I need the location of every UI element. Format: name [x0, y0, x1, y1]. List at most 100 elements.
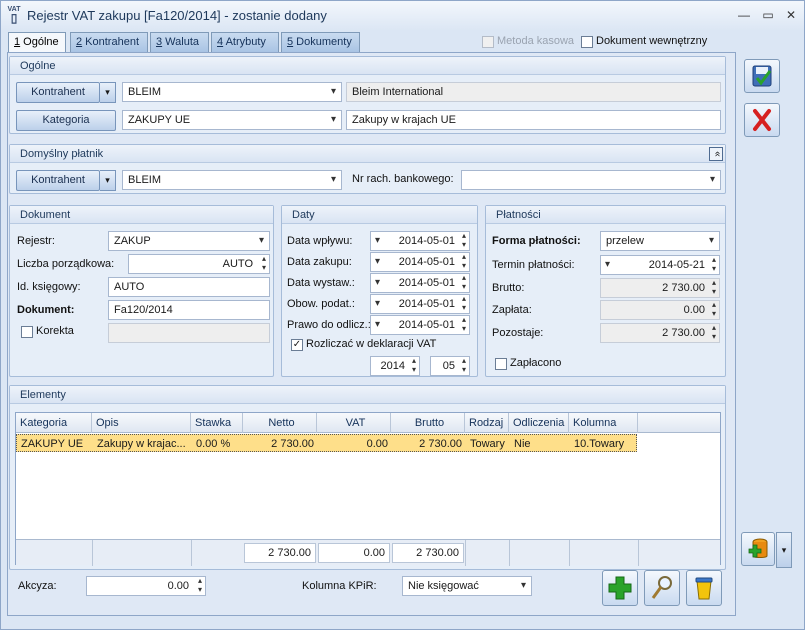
year-stepper[interactable]: 2014	[370, 356, 420, 376]
pozostaje-field: 2 730.00	[600, 323, 720, 343]
tab-atrybuty[interactable]: 4 Atrybuty	[211, 32, 279, 52]
kontrahent-name-field: Bleim International	[346, 82, 721, 102]
cell-odliczenia: Nie	[514, 438, 531, 450]
cell-kolumna: 10.Towary	[574, 438, 625, 450]
col-opis[interactable]: Opis	[92, 413, 191, 433]
data-wplywu-field[interactable]: ▾ 2014-05-01	[370, 231, 470, 251]
platnik-code-combo[interactable]: BLEIM	[122, 170, 342, 190]
month-stepper[interactable]: 05	[430, 356, 470, 376]
cell-kategoria: ZAKUPY UE	[21, 438, 84, 450]
elementy-table: Kategoria Opis Stawka Netto VAT Brutto R…	[15, 412, 721, 566]
kontrahent-dropdown-arrow[interactable]: ▾	[100, 82, 116, 103]
prawo-odlicz-field[interactable]: ▾ 2014-05-01	[370, 315, 470, 335]
data-zakupu-label: Data zakupu:	[287, 256, 352, 268]
collapse-icon[interactable]: «	[709, 147, 723, 161]
tab-ogolne[interactable]: 1 Ogólne	[8, 32, 66, 53]
col-netto[interactable]: Netto	[243, 413, 317, 433]
cancel-button[interactable]	[744, 103, 780, 137]
minimize-button[interactable]: —	[735, 7, 753, 23]
bank-account-combo[interactable]	[461, 170, 721, 190]
obow-podat-label: Obow. podat.:	[287, 298, 355, 310]
zaplata-field: 0.00	[600, 300, 720, 320]
pozostaje-label: Pozostaje:	[492, 327, 544, 339]
col-brutto[interactable]: Brutto	[391, 413, 465, 433]
add-document-button[interactable]	[741, 532, 775, 566]
kolumna-kpir-label: Kolumna KPiR:	[302, 580, 377, 592]
rozliczac-label: Rozliczać w deklaracji VAT	[306, 338, 437, 350]
group-platnik-title: Domyślny płatnik	[10, 145, 725, 163]
add-element-button[interactable]	[602, 570, 638, 606]
tab-page-ogolne: Ogólne Kontrahent ▾ BLEIM Bleim Internat…	[7, 52, 736, 616]
rozliczac-checkbox[interactable]: ✓	[291, 339, 303, 351]
col-stawka[interactable]: Stawka	[191, 413, 243, 433]
korekta-checkbox[interactable]	[21, 326, 33, 338]
window-title: Rejestr VAT zakupu [Fa120/2014] - zostan…	[27, 8, 327, 23]
col-vat[interactable]: VAT	[317, 413, 391, 433]
delete-element-button[interactable]	[686, 570, 722, 606]
akcyza-stepper[interactable]: 0.00	[86, 576, 206, 596]
obow-podat-field[interactable]: ▾ 2014-05-01	[370, 294, 470, 314]
platnik-dropdown-arrow[interactable]: ▾	[100, 170, 116, 191]
col-odliczenia[interactable]: Odliczenia	[509, 413, 569, 433]
metoda-kasowa-checkbox[interactable]	[482, 36, 494, 48]
kategoria-code-combo[interactable]: ZAKUPY UE	[122, 110, 342, 130]
cell-stawka: 0.00 %	[196, 438, 231, 450]
plus-icon	[608, 576, 632, 600]
total-brutto: 2 730.00	[392, 543, 464, 563]
kontrahent-code-combo[interactable]: BLEIM	[122, 82, 342, 102]
group-elementy-title: Elementy	[10, 386, 725, 404]
data-wystaw-label: Data wystaw.:	[287, 277, 355, 289]
tab-waluta[interactable]: 3 Waluta	[150, 32, 209, 52]
cancel-x-icon	[753, 109, 771, 131]
kolumna-kpir-combo[interactable]: Nie księgować	[402, 576, 532, 596]
akcyza-label: Akcyza:	[18, 580, 57, 592]
cell-opis: Zakupy w krajac...	[97, 438, 186, 450]
dokument-label: Dokument:	[17, 304, 75, 316]
group-platnik: Domyślny płatnik « Kontrahent ▾ BLEIM Nr…	[9, 144, 726, 194]
zaplacono-checkbox[interactable]	[495, 358, 507, 370]
table-footer: 2 730.00 0.00 2 730.00	[16, 539, 720, 566]
total-vat: 0.00	[318, 543, 390, 563]
data-wplywu-label: Data wpływu:	[287, 235, 353, 247]
data-wystaw-field[interactable]: ▾ 2014-05-01	[370, 273, 470, 293]
brutto-field: 2 730.00	[600, 278, 720, 298]
window: VAT ▯ Rejestr VAT zakupu [Fa120/2014] - …	[0, 0, 805, 630]
termin-platnosci-field[interactable]: ▾ 2014-05-21	[600, 255, 720, 275]
col-kategoria[interactable]: Kategoria	[16, 413, 92, 433]
table-header: Kategoria Opis Stawka Netto VAT Brutto R…	[16, 413, 720, 433]
group-platnosci: Płatności Forma płatności: przelew Termi…	[485, 205, 726, 377]
col-kolumna[interactable]: Kolumna	[569, 413, 638, 433]
platnik-kontrahent-button[interactable]: Kontrahent	[16, 170, 100, 191]
table-row[interactable]: ZAKUPY UE Zakupy w krajac... 0.00 % 2 73…	[16, 434, 637, 452]
col-rodzaj[interactable]: Rodzaj	[465, 413, 509, 433]
trash-icon	[695, 577, 713, 600]
kategoria-button[interactable]: Kategoria	[16, 110, 116, 131]
forma-platnosci-combo[interactable]: przelew	[600, 231, 720, 251]
cell-netto: 2 730.00	[271, 438, 314, 450]
tab-dokumenty[interactable]: 5 Dokumenty	[281, 32, 360, 52]
save-button[interactable]	[744, 59, 780, 93]
kategoria-desc-field[interactable]: Zakupy w krajach UE	[346, 110, 721, 130]
edit-element-button[interactable]	[644, 570, 680, 606]
vat-app-icon: VAT ▯	[7, 6, 21, 25]
group-dokument-title: Dokument	[10, 206, 273, 224]
group-dokument: Dokument Rejestr: ZAKUP Liczba porządkow…	[9, 205, 274, 377]
kontrahent-button[interactable]: Kontrahent	[16, 82, 100, 103]
close-button[interactable]: ✕	[782, 7, 800, 23]
add-database-icon	[748, 538, 768, 558]
liczba-porzadkowa-stepper[interactable]: AUTO	[128, 254, 270, 274]
liczba-porzadkowa-label: Liczba porządkowa:	[17, 258, 115, 270]
maximize-button[interactable]: ▭	[759, 7, 777, 23]
dokument-wewnetrzny-checkbox[interactable]	[581, 36, 593, 48]
data-zakupu-field[interactable]: ▾ 2014-05-01	[370, 252, 470, 272]
bank-account-label: Nr rach. bankowego:	[352, 173, 454, 185]
group-daty-title: Daty	[282, 206, 477, 224]
rejestr-combo[interactable]: ZAKUP	[108, 231, 270, 251]
dokument-number-field[interactable]: Fa120/2014	[108, 300, 270, 320]
tab-kontrahent[interactable]: 2 Kontrahent	[70, 32, 148, 52]
zaplacono-label: Zapłacono	[510, 357, 562, 369]
id-ksiegowy-field[interactable]: AUTO	[108, 277, 270, 297]
total-netto: 2 730.00	[244, 543, 316, 563]
zaplata-label: Zapłata:	[492, 304, 532, 316]
add-document-dropdown[interactable]: ▾	[776, 532, 792, 568]
